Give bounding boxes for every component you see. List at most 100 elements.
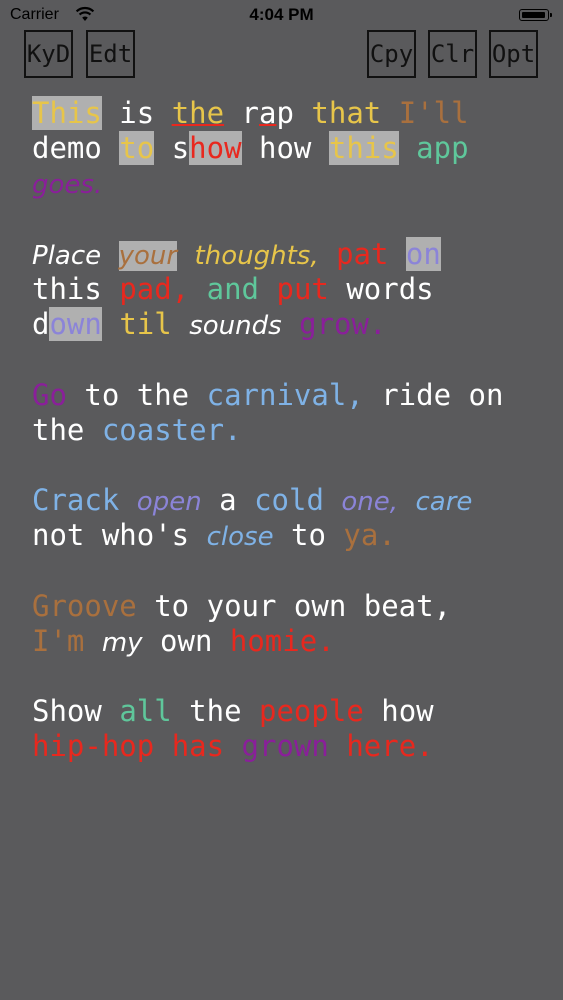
- lyric-line: I'm my own homie.: [32, 624, 552, 659]
- lyric-text: the: [32, 412, 102, 447]
- options-button[interactable]: Opt: [489, 30, 538, 78]
- lyric-text: the: [171, 694, 260, 729]
- lyric-text: d: [32, 307, 50, 342]
- lyric-word: Place: [32, 240, 102, 271]
- lyric-text: to your own beat,: [136, 588, 452, 623]
- lyric-word: til: [119, 307, 172, 342]
- lyric-word: care: [415, 487, 473, 518]
- lyric-line: this pad, and put words: [32, 272, 552, 307]
- lyric-text: s: [154, 131, 190, 166]
- lyric-word: on: [405, 236, 441, 271]
- lyric-word: a: [259, 96, 277, 130]
- lyric-word: pad,: [119, 271, 190, 306]
- lyric-text: [119, 483, 136, 517]
- lyric-word: and: [206, 271, 260, 306]
- lyric-line: Go to the carnival, ride on: [32, 378, 552, 413]
- lyric-word: grown: [241, 729, 329, 764]
- lyric-word: words: [346, 271, 434, 306]
- lyric-text: ride on: [363, 377, 504, 412]
- lyric-text: [172, 307, 189, 341]
- lyric-word: homie.: [229, 623, 335, 658]
- lyric-word: your: [118, 240, 178, 271]
- lyric-text: [101, 237, 118, 271]
- lyric-text: how: [363, 694, 434, 729]
- clock-time: 4:04 PM: [249, 5, 314, 24]
- lyric-word: Crack: [32, 483, 120, 518]
- lyric-text: not who's: [32, 518, 207, 553]
- lyric-text: [324, 483, 341, 517]
- lyric-text: [224, 729, 241, 763]
- lyric-word: This: [32, 96, 102, 130]
- lyric-word: app: [416, 131, 469, 166]
- lyric-word: goes.: [32, 170, 103, 201]
- lyric-line: Show all the people how: [32, 694, 552, 729]
- lyric-text: [294, 96, 311, 130]
- keyed-button[interactable]: KyD: [24, 30, 73, 78]
- lyric-word: I'm: [32, 623, 85, 658]
- lyric-line: goes.: [32, 166, 552, 201]
- lyric-line: Place your thoughts, pat on: [32, 236, 552, 272]
- lyric-line: the coaster.: [32, 413, 552, 448]
- copy-button[interactable]: Cpy: [367, 30, 416, 78]
- lyric-text: [381, 96, 398, 130]
- lyric-word: how: [189, 131, 242, 166]
- lyric-word: this: [328, 131, 399, 166]
- lyric-text: [388, 237, 405, 271]
- lyric-line: This is the rap that I'll: [32, 96, 552, 131]
- lyric-word: this: [32, 271, 102, 306]
- lyric-word: ya.: [343, 518, 396, 553]
- lyric-line: not who's close to ya.: [32, 518, 552, 553]
- lyric-word: pat: [336, 236, 389, 271]
- lyric-word: close: [206, 522, 274, 553]
- lyric-text: how: [241, 131, 329, 166]
- lyric-word: p: [276, 96, 294, 130]
- lyric-word: carnival,: [206, 377, 364, 412]
- lyric-word: all: [119, 694, 172, 729]
- lyric-line: Groove to your own beat,: [32, 589, 552, 624]
- lyrics-text-area[interactable]: This is the rap that I'll demo to show h…: [32, 96, 552, 765]
- lyric-word: the: [171, 96, 225, 130]
- lyric-word: put: [276, 271, 329, 306]
- lyric-text: [319, 237, 336, 271]
- lyric-text: [329, 272, 346, 306]
- lyric-word: open: [136, 487, 202, 518]
- lyric-text: [399, 131, 416, 165]
- lyric-text: r: [224, 96, 259, 130]
- lyric-word: own: [49, 307, 102, 342]
- lyric-word: cold: [254, 483, 324, 518]
- lyric-text: [84, 624, 101, 658]
- lyric-word: grow.: [299, 307, 387, 342]
- lyric-word: has: [171, 729, 225, 764]
- lyric-text: own: [142, 623, 230, 658]
- lyric-word: that: [311, 96, 382, 130]
- lyric-text: [154, 729, 171, 763]
- status-bar: Carrier 4:04 PM: [0, 0, 563, 30]
- lyric-word: one,: [341, 487, 399, 518]
- lyric-line: down til sounds grow.: [32, 307, 552, 342]
- edit-button[interactable]: Edt: [86, 30, 135, 78]
- lyric-text: [282, 307, 299, 341]
- lyric-word: to: [119, 131, 155, 166]
- lyric-text: is: [101, 96, 172, 130]
- lyric-word: my: [101, 627, 143, 658]
- lyric-line: demo to show how this app: [32, 131, 552, 166]
- lyric-text: [102, 307, 119, 341]
- lyric-word: thoughts,: [194, 240, 319, 271]
- lyric-text: Show: [32, 694, 120, 729]
- lyric-word: Go: [32, 377, 67, 412]
- lyric-text: [177, 237, 194, 271]
- lyric-text: [329, 729, 346, 763]
- lyric-line: hip-hop has grown here.: [32, 729, 552, 764]
- lyric-text: demo: [32, 131, 120, 166]
- lyric-word: coaster.: [101, 412, 242, 447]
- lyric-text: to: [273, 518, 344, 553]
- lyric-text: [189, 272, 206, 306]
- battery-icon: [519, 9, 552, 21]
- clear-button[interactable]: Clr: [428, 30, 477, 78]
- lyric-text: [259, 272, 276, 306]
